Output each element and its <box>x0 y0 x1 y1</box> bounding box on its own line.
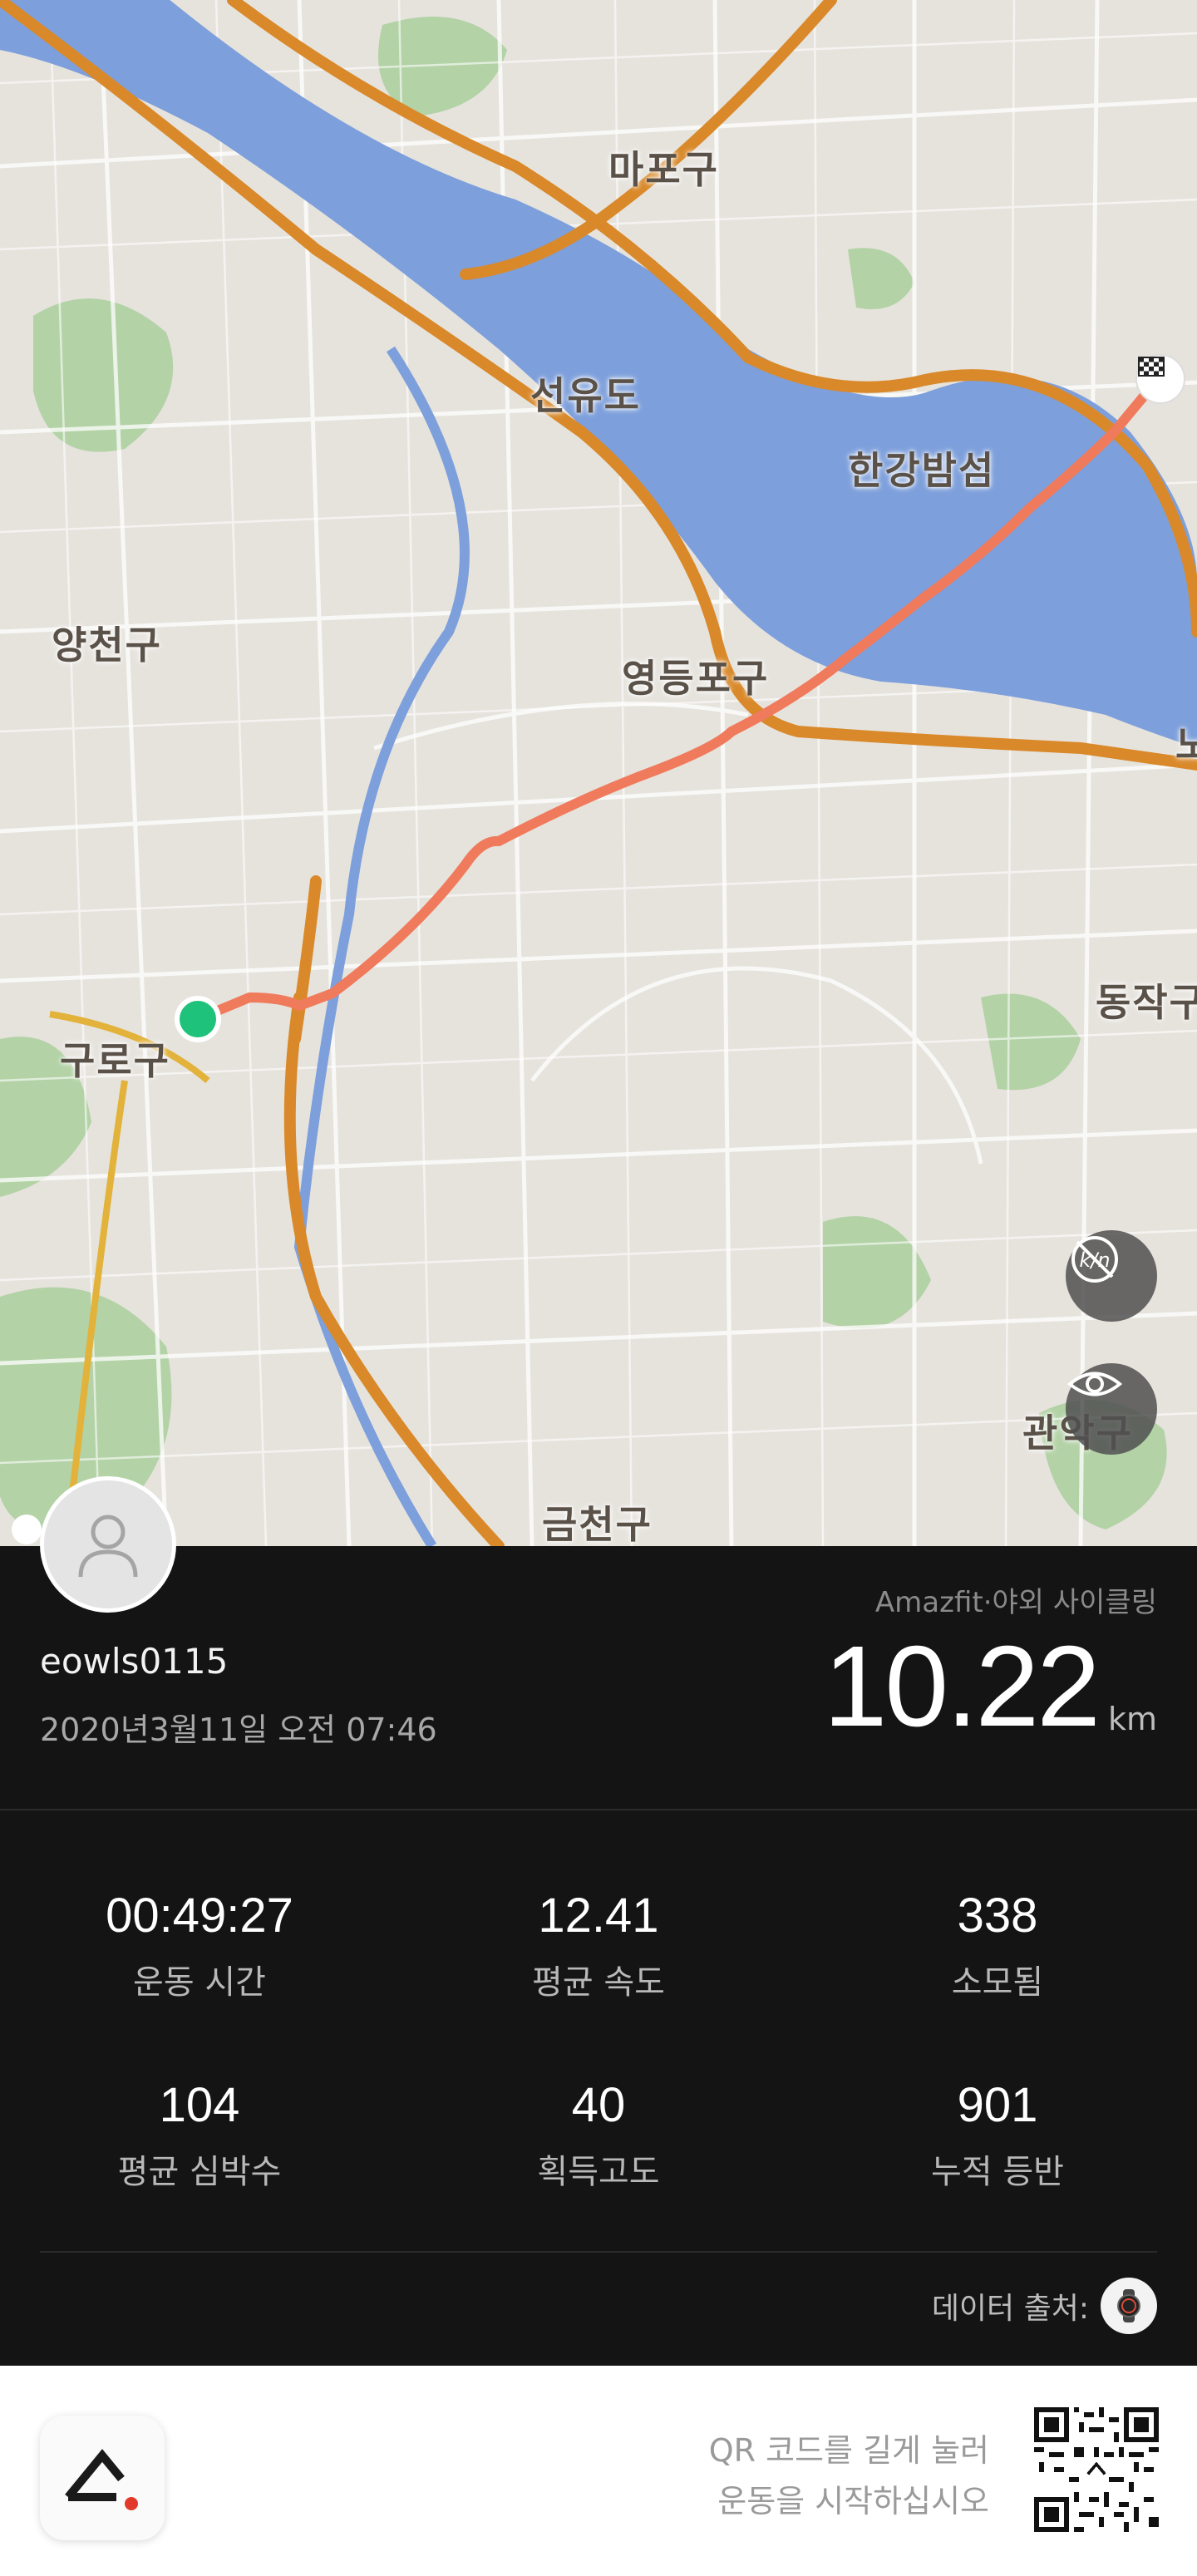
stat-value: 40 <box>571 2078 626 2132</box>
map-canvas <box>0 0 1197 1546</box>
map-label-yeongdeungpo: 영등포구 <box>622 656 770 701</box>
stat-label: 평균 심박수 <box>117 2153 282 2191</box>
stat-value: 338 <box>957 1889 1038 1943</box>
stat-label: 획득고도 <box>537 2153 660 2191</box>
avatar[interactable] <box>40 1476 176 1613</box>
map-label-geumcheon: 금천구 <box>542 1502 653 1546</box>
map-label-mapo: 마포구 <box>608 147 719 192</box>
stat-avg-heart-rate: 104 평균 심박수 <box>0 2081 399 2193</box>
stat-calories: 338 소모됨 <box>798 1892 1197 2003</box>
share-footer: QR 코드를 길게 눌러 운동을 시작하십시오 <box>0 2366 1197 2576</box>
qr-instruction-line1: QR 코드를 길게 눌러 <box>708 2432 989 2469</box>
stat-value: 104 <box>159 2078 240 2132</box>
stat-value: 00:49:27 <box>106 1889 293 1943</box>
km-hide-icon[interactable]: k/n <box>1066 1230 1157 1322</box>
data-source: 데이터 출처: <box>932 2278 1157 2334</box>
stat-elevation-gain: 40 획득고도 <box>399 2081 798 2193</box>
user-icon <box>78 1515 138 1578</box>
start-marker <box>175 996 221 1042</box>
watch-icon <box>1101 2278 1157 2334</box>
map-label-edge: 노 <box>1175 722 1197 767</box>
data-source-label: 데이터 출처: <box>931 2292 1089 2326</box>
divider <box>0 1809 1197 1810</box>
route-map[interactable]: 마포구 선유도 한강밤섬 양천구 영등포구 구로구 동작구 관악구 금천구 노 … <box>0 0 1197 1546</box>
stat-value: 12.41 <box>538 1889 659 1943</box>
stat-label: 평균 속도 <box>532 1963 665 2002</box>
map-label-hangang-bamseom: 한강밤섬 <box>848 448 996 493</box>
qr-instruction-line2: 운동을 시작하십시오 <box>717 2482 989 2519</box>
stat-value: 901 <box>957 2078 1038 2132</box>
eye-icon[interactable] <box>1066 1363 1157 1455</box>
location-icon[interactable] <box>12 1515 42 1544</box>
stat-avg-speed: 12.41 평균 속도 <box>399 1892 798 2003</box>
activity-source-label: Amazfit·야외 사이클링 <box>874 1586 1157 1619</box>
map-label-guro: 구로구 <box>60 1038 170 1083</box>
map-label-seonyudo: 선유도 <box>530 373 641 418</box>
map-label-yangcheon: 양천구 <box>52 623 162 667</box>
app-logo <box>40 2416 165 2540</box>
distance-display: 10.22 km <box>824 1629 1157 1744</box>
map-label-dongjak: 동작구 <box>1096 980 1197 1025</box>
qr-code[interactable] <box>1034 2407 1159 2532</box>
username: eowls0115 <box>40 1641 229 1682</box>
stat-duration: 00:49:27 운동 시간 <box>0 1892 399 2003</box>
divider <box>40 2251 1157 2253</box>
qr-instruction: QR 코드를 길게 눌러 운동을 시작하십시오 <box>709 2426 989 2527</box>
distance-value: 10.22 <box>823 1623 1101 1751</box>
stat-total-climb: 901 누적 등반 <box>798 2081 1197 2193</box>
distance-unit: km <box>1107 1701 1157 1737</box>
activity-datetime: 2020년3월11일 오전 07:46 <box>40 1712 437 1748</box>
stat-label: 운동 시간 <box>133 1963 266 2002</box>
stat-label: 누적 등반 <box>931 2153 1064 2191</box>
finish-flag-icon <box>1135 354 1185 404</box>
stat-label: 소모됨 <box>951 1963 1044 2002</box>
